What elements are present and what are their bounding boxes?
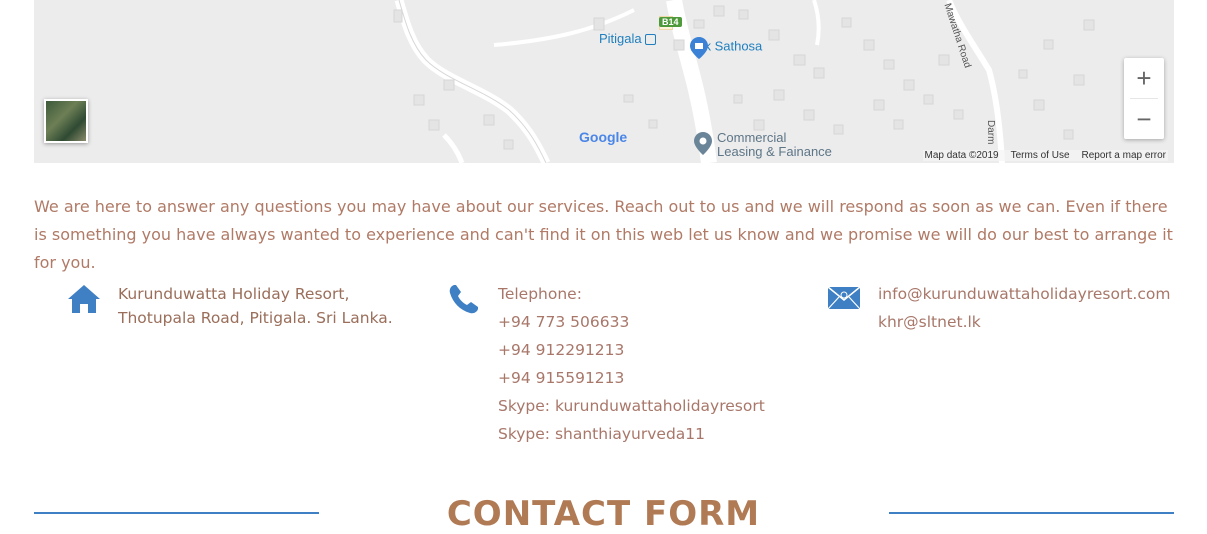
zoom-controls: + − — [1124, 58, 1164, 139]
google-logo-text: Google — [579, 129, 628, 145]
address-block: Kurunduwatta Holiday Resort, Thotupala R… — [118, 282, 393, 330]
envelope-icon — [827, 286, 861, 310]
report-map-error-link[interactable]: Report a map error — [1082, 150, 1166, 161]
home-icon — [68, 285, 100, 313]
place-label-text: Pitigala — [599, 31, 642, 46]
intro-paragraph: We are here to answer any questions you … — [34, 197, 1173, 272]
skype-2[interactable]: Skype: shanthiayurveda11 — [498, 420, 765, 448]
location-pin-icon — [694, 132, 712, 155]
road-label-darm: Darm — [985, 120, 996, 145]
zoom-out-button[interactable]: − — [1124, 99, 1164, 139]
phone-number-1[interactable]: +94 773 506633 — [498, 308, 765, 336]
satellite-view-toggle[interactable] — [44, 99, 88, 143]
email-block: info@kurunduwattaholidayresort.com khr@s… — [878, 280, 1170, 336]
phone-icon — [449, 285, 478, 314]
email-info[interactable]: info@kurunduwattaholidayresort.com — [878, 280, 1170, 308]
poi-commercial-line1: Commercial — [717, 130, 787, 145]
map[interactable]: B14 Pitigala Lak Sathosa Commercial Leas… — [34, 0, 1174, 163]
bus-stop-icon — [645, 34, 657, 46]
terms-of-use-link[interactable]: Terms of Use — [1011, 150, 1070, 161]
address-line2: Thotupala Road, Pitigala. Sri Lanka. — [118, 309, 393, 327]
contact-form-title: CONTACT FORM — [446, 494, 761, 534]
phone-number-2[interactable]: +94 912291213 — [498, 336, 765, 364]
google-logo[interactable]: Google — [579, 129, 627, 145]
road-shield-b14: B14 — [659, 17, 682, 27]
place-label-pitigala: Pitigala — [599, 31, 657, 46]
map-data-attribution: Map data ©2019 — [924, 150, 999, 161]
phone-number-3[interactable]: +94 915591213 — [498, 364, 765, 392]
phone-block: Telephone: +94 773 506633 +94 912291213 … — [498, 280, 765, 448]
zoom-in-button[interactable]: + — [1124, 58, 1164, 98]
telephone-label: Telephone: — [498, 285, 582, 303]
email-khr[interactable]: khr@sltnet.lk — [878, 308, 1170, 336]
skype-1[interactable]: Skype: kurunduwattaholidayresort — [498, 392, 765, 420]
poi-lak-sathosa[interactable]: Lak Sathosa — [690, 37, 762, 59]
map-footer: Map data ©2019 Terms of Use Report a map… — [922, 150, 1168, 161]
poi-commercial-line2: Leasing & Fainance — [717, 144, 832, 159]
address-line1: Kurunduwatta Holiday Resort, — [118, 285, 350, 303]
shopping-pin-icon — [690, 37, 708, 59]
